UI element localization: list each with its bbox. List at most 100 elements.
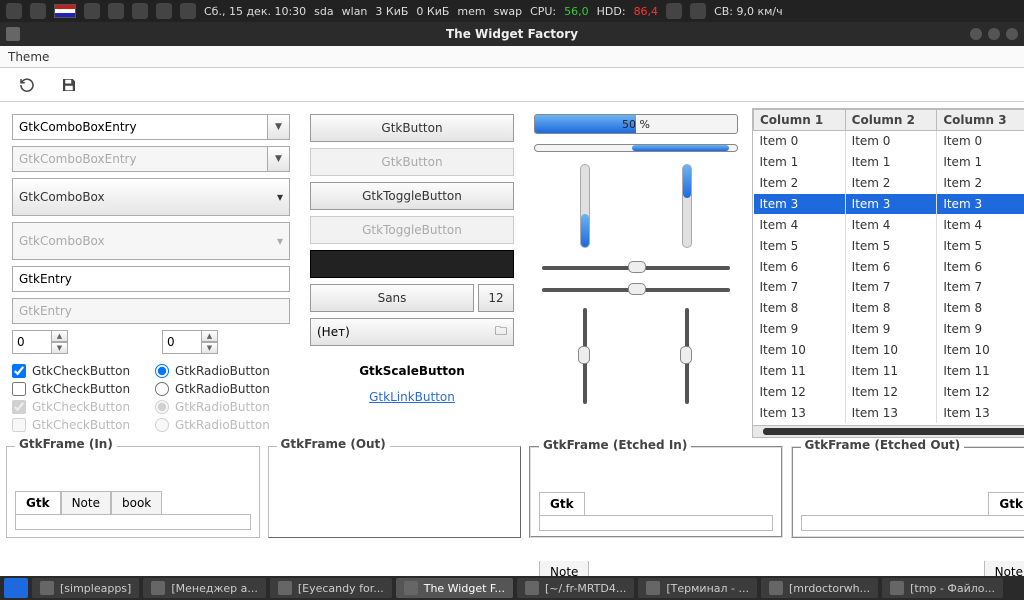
gtkbutton[interactable]: GtkButton [310, 114, 514, 142]
panel-net-out: 0 КиБ [416, 5, 449, 18]
menu-theme[interactable]: Theme [8, 50, 49, 64]
vscale-1[interactable] [583, 308, 587, 404]
spin-down-icon[interactable]: ▼ [52, 342, 68, 354]
togglebutton[interactable]: GtkToggleButton [310, 182, 514, 210]
checkbox-icon[interactable] [12, 364, 26, 378]
table-row[interactable]: Item 6Item 6Item 6 [754, 256, 1024, 277]
table-cell: Item 0 [754, 131, 846, 152]
taskbar-item[interactable]: [Eyecandy for... [270, 578, 392, 598]
table-row[interactable]: Item 8Item 8Item 8 [754, 298, 1024, 319]
table-row[interactable]: Item 5Item 5Item 5 [754, 235, 1024, 256]
save-button[interactable] [58, 74, 80, 96]
scrollbar-thumb[interactable] [763, 428, 1024, 435]
taskbar-item[interactable]: [tmp - Файло... [882, 578, 1003, 598]
progressbar-pulse-segment [632, 145, 729, 151]
network-icon[interactable] [132, 3, 148, 19]
radiobutton-unselected[interactable]: GtkRadioButton [155, 382, 290, 396]
hscale-2[interactable] [542, 288, 730, 292]
radiobutton-disabled: GtkRadioButton [155, 418, 290, 432]
vscale-2[interactable] [685, 308, 689, 404]
table-cell: Item 6 [754, 256, 846, 277]
spin-up-icon[interactable]: ▲ [202, 330, 218, 342]
minimize-button[interactable] [970, 28, 982, 40]
linkbutton[interactable]: GtkLinkButton [310, 390, 514, 404]
spinbutton-2[interactable]: ▲▼ [162, 330, 222, 354]
spinbutton-2-input[interactable] [162, 330, 202, 354]
tab-gtk[interactable]: Gtk [539, 492, 585, 515]
checkbox-icon[interactable] [12, 382, 26, 396]
slider-thumb[interactable] [628, 283, 646, 295]
taskbar-item[interactable]: [mrdoctorwh... [761, 578, 878, 598]
combobox-entry[interactable]: ▼ [12, 114, 290, 140]
combobox[interactable]: GtkComboBox ▾ [12, 178, 290, 216]
tab-gtk[interactable]: Gtk [988, 492, 1024, 515]
colorbutton[interactable] [310, 250, 514, 278]
spin-down-icon[interactable]: ▼ [202, 342, 218, 354]
close-button[interactable] [1006, 28, 1018, 40]
radiobutton-selected[interactable]: GtkRadioButton [155, 364, 290, 378]
spinbutton-1-input[interactable] [12, 330, 52, 354]
taskbar-item[interactable]: [~/.fr-MRTD4... [517, 578, 634, 598]
panel-cpu-value: 56,0 [564, 5, 589, 18]
tab-gtk[interactable]: Gtk [15, 491, 61, 514]
app-launcher-icon[interactable] [30, 3, 46, 19]
spin-up-icon[interactable]: ▲ [52, 330, 68, 342]
column-header[interactable]: Column 2 [845, 110, 937, 131]
taskbar-item[interactable]: [simpleapps] [32, 578, 139, 598]
table-row[interactable]: Item 7Item 7Item 7 [754, 277, 1024, 298]
table-cell: Item 3 [937, 194, 1024, 215]
checkbutton-unchecked[interactable]: GtkCheckButton [12, 382, 147, 396]
signal-icon[interactable] [180, 3, 196, 19]
table-row[interactable]: Item 10Item 10Item 10 [754, 340, 1024, 361]
refresh-button[interactable] [16, 74, 38, 96]
horizontal-scrollbar[interactable] [753, 425, 1024, 437]
column-header[interactable]: Column 1 [754, 110, 846, 131]
weather-icon[interactable] [690, 3, 706, 19]
vertical-progress-2 [682, 164, 692, 248]
keyboard-layout-icon[interactable] [54, 4, 76, 18]
spinbutton-1[interactable]: ▲▼ [12, 330, 72, 354]
window-titlebar[interactable]: The Widget Factory [0, 22, 1024, 46]
slider-thumb[interactable] [680, 346, 692, 364]
hscale-1[interactable] [542, 266, 730, 270]
table-row[interactable]: Item 2Item 2Item 2 [754, 173, 1024, 194]
taskbar-item[interactable]: The Widget F... [396, 578, 513, 598]
checkbutton-checked[interactable]: GtkCheckButton [12, 364, 147, 378]
slider-thumb[interactable] [578, 346, 590, 364]
taskbar-item-label: [Терминал - ... [666, 582, 749, 595]
tab-note[interactable]: Note [61, 491, 111, 514]
fontbutton-size[interactable]: 12 [478, 284, 514, 312]
radio-icon[interactable] [155, 364, 169, 378]
maximize-button[interactable] [988, 28, 1000, 40]
table-row[interactable]: Item 1Item 1Item 1 [754, 152, 1024, 173]
table-cell: Item 12 [845, 381, 937, 402]
app-icon [646, 581, 660, 595]
tab-book[interactable]: book [111, 491, 162, 514]
filechooserbutton[interactable]: (Нет) 🗀 [310, 318, 514, 346]
table-row[interactable]: Item 0Item 0Item 0 [754, 131, 1024, 152]
table-row[interactable]: Item 9Item 9Item 9 [754, 319, 1024, 340]
table-cell: Item 11 [937, 360, 1024, 381]
frame-in: GtkFrame (In) Gtk Note book [6, 446, 260, 538]
text-entry[interactable] [12, 266, 290, 292]
table-row[interactable]: Item 3Item 3Item 3 [754, 194, 1024, 215]
fontbutton-name[interactable]: Sans [310, 284, 474, 312]
table-row[interactable]: Item 12Item 12Item 12 [754, 381, 1024, 402]
xfce-menu-icon[interactable] [6, 3, 22, 19]
combobox-entry-input[interactable] [12, 114, 268, 140]
battery-icon[interactable] [156, 3, 172, 19]
taskbar-item[interactable]: [Менеджер а... [143, 578, 266, 598]
table-row[interactable]: Item 11Item 11Item 11 [754, 360, 1024, 381]
table-row[interactable]: Item 4Item 4Item 4 [754, 214, 1024, 235]
bluetooth-icon[interactable] [108, 3, 124, 19]
treeview[interactable]: Column 1Column 2Column 3 Item 0Item 0Ite… [753, 109, 1024, 423]
disk-icon[interactable] [666, 3, 682, 19]
table-row[interactable]: Item 13Item 13Item 13 [754, 402, 1024, 423]
clipboard-icon[interactable] [84, 3, 100, 19]
slider-thumb[interactable] [628, 261, 646, 273]
radio-icon[interactable] [155, 382, 169, 396]
taskbar-item[interactable]: [Терминал - ... [638, 578, 757, 598]
chevron-down-icon[interactable]: ▼ [268, 114, 290, 140]
column-header[interactable]: Column 3 [937, 110, 1024, 131]
start-button[interactable] [4, 578, 28, 598]
